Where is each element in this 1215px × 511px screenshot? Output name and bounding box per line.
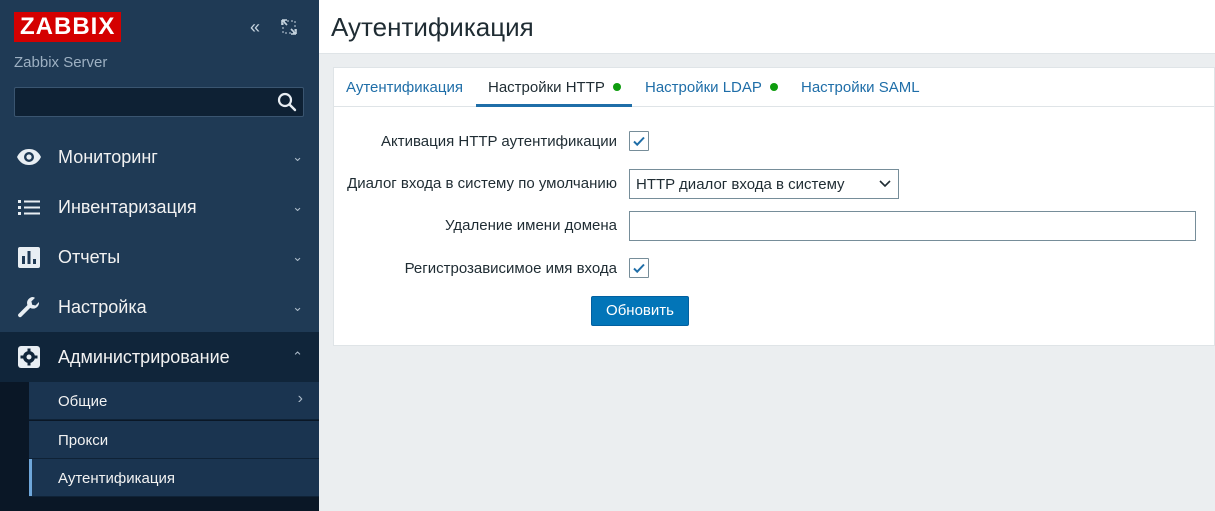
checkmark-icon xyxy=(633,263,645,274)
chevron-down-icon: ⌄ xyxy=(292,299,303,314)
eye-icon xyxy=(17,149,41,165)
tab-ldap-settings[interactable]: Настройки LDAP xyxy=(645,79,778,96)
gear-icon xyxy=(18,346,40,368)
bar-chart-icon xyxy=(18,247,40,268)
default-login-label: Диалог входа в систему по умолчанию xyxy=(347,175,617,192)
server-name: Zabbix Server xyxy=(14,54,108,71)
page-title: Аутентификация xyxy=(331,12,534,42)
menu-item-reports[interactable]: Отчеты ⌄ xyxy=(0,232,319,282)
case-sensitive-checkbox[interactable] xyxy=(629,258,649,278)
default-login-select[interactable]: HTTP диалог входа в систему xyxy=(629,169,899,199)
menu-label: Отчеты xyxy=(58,247,121,267)
strip-domain-input[interactable] xyxy=(629,211,1196,241)
sidebar: ZABBIX « Zabbix Server Мониторинг ⌄ Инве… xyxy=(0,0,319,511)
search-icon[interactable] xyxy=(277,92,297,112)
status-dot xyxy=(769,83,778,92)
admin-submenu: Общие › Прокси Аутентификация xyxy=(0,382,319,511)
chevron-right-icon: › xyxy=(297,390,303,407)
submenu-item-general[interactable]: Общие › xyxy=(29,382,319,420)
tab-http-settings[interactable]: Настройки HTTP xyxy=(488,79,621,96)
search-input[interactable] xyxy=(14,87,304,117)
menu-label: Инвентаризация xyxy=(58,197,197,217)
collapse-sidebar-icon[interactable]: « xyxy=(250,16,260,38)
tab-authentication[interactable]: Аутентификация xyxy=(346,79,463,96)
menu-item-monitoring[interactable]: Мониторинг ⌄ xyxy=(0,132,319,182)
zabbix-logo[interactable]: ZABBIX xyxy=(14,12,122,42)
submenu-item-authentication[interactable]: Аутентификация xyxy=(29,459,319,497)
http-enabled-label: Активация HTTP аутентификации xyxy=(380,133,617,150)
submenu-label: Общие xyxy=(58,393,108,410)
active-tab-indicator xyxy=(476,104,632,107)
kiosk-mode-icon[interactable] xyxy=(280,18,298,41)
list-icon xyxy=(18,200,40,215)
strip-domain-label: Удаление имени домена xyxy=(445,217,617,234)
main-menu: Мониторинг ⌄ Инвентаризация ⌄ Отчеты ⌄ Н… xyxy=(0,132,319,382)
chevron-down-icon xyxy=(879,180,891,188)
menu-item-configuration[interactable]: Настройка ⌄ xyxy=(0,282,319,332)
case-sensitive-label: Регистрозависимое имя входа xyxy=(404,260,617,277)
chevron-down-icon: ⌄ xyxy=(292,149,303,164)
update-button[interactable]: Обновить xyxy=(591,296,689,326)
chevron-up-icon: ⌃ xyxy=(292,349,303,364)
menu-item-inventory[interactable]: Инвентаризация ⌄ xyxy=(0,182,319,232)
submenu-label: Прокси xyxy=(58,432,109,449)
chevron-down-icon: ⌄ xyxy=(292,249,303,264)
default-login-value: HTTP диалог входа в систему xyxy=(636,176,845,193)
menu-item-administration[interactable]: Администрирование ⌃ xyxy=(0,332,319,382)
tab-bar: Аутентификация Настройки HTTP Настройки … xyxy=(334,68,1214,107)
menu-label: Администрирование xyxy=(58,347,230,367)
submenu-item-proxies[interactable]: Прокси xyxy=(29,421,319,459)
tab-saml-settings[interactable]: Настройки SAML xyxy=(801,79,920,96)
submenu-label: Аутентификация xyxy=(58,470,175,487)
checkmark-icon xyxy=(633,136,645,147)
menu-label: Мониторинг xyxy=(58,147,158,167)
wrench-icon xyxy=(18,297,40,318)
chevron-down-icon: ⌄ xyxy=(292,199,303,214)
menu-label: Настройка xyxy=(58,297,147,317)
auth-form-panel: Аутентификация Настройки HTTP Настройки … xyxy=(333,67,1215,346)
status-dot xyxy=(612,83,621,92)
http-enabled-checkbox[interactable] xyxy=(629,131,649,151)
